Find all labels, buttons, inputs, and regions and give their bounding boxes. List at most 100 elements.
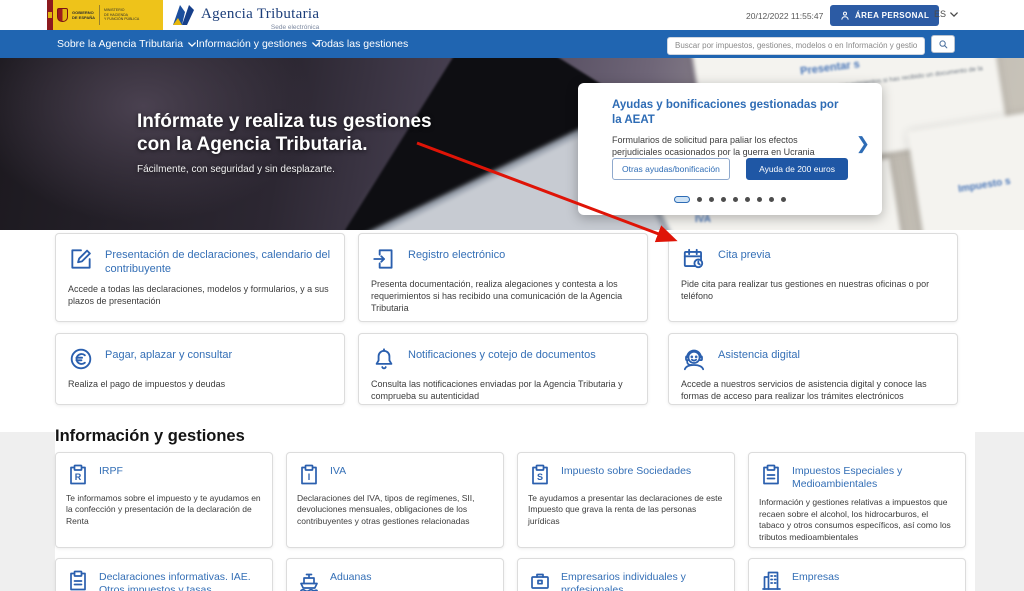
card-description: Te ayudamos a presentar las declaracione…: [518, 487, 734, 527]
card-title: Aduanas: [330, 569, 371, 584]
ministry-label: MINISTERIO DE HACIENDA Y FUNCIÓN PÚBLICA: [104, 8, 139, 22]
personal-area-button[interactable]: ÁREA PERSONAL: [830, 5, 939, 26]
hero-copy: Infórmate y realiza tus gestiones con la…: [137, 110, 432, 175]
nav-item-label: Sobre la Agencia Tributaria: [57, 38, 183, 50]
card-title: Empresarios individuales y profesionales: [561, 569, 724, 591]
svg-text:S: S: [537, 472, 543, 482]
nav-item-label: Todas las gestiones: [316, 38, 408, 50]
government-logo[interactable]: GOBIERNO DE ESPAÑA MINISTERIO DE HACIEND…: [53, 0, 163, 30]
euro-circle-icon: [68, 346, 94, 372]
card-description: Información y gestiones relativas a impu…: [749, 491, 965, 543]
personal-area-label: ÁREA PERSONAL: [855, 11, 929, 20]
card-impuestos-especiales[interactable]: Impuestos Especiales y Medioambientales …: [748, 452, 966, 548]
card-description: Accede a nuestros servicios de asistenci…: [669, 372, 957, 402]
brand-name: Agencia Tributaria: [201, 6, 319, 23]
card-description: Realiza el pago de impuestos y deudas: [56, 372, 344, 390]
card-empresas[interactable]: Empresas: [748, 558, 966, 591]
nav-item-sobre-la-agencia[interactable]: Sobre la Agencia Tributaria: [57, 30, 196, 58]
briefcase-icon: [528, 569, 552, 591]
card-description: Consulta las notificaciones enviadas por…: [359, 372, 647, 402]
search-button[interactable]: [931, 35, 955, 53]
calendar-clock-icon: [681, 246, 707, 272]
carousel-dot[interactable]: [697, 197, 702, 202]
top-header: GOBIERNO DE ESPAÑA MINISTERIO DE HACIEND…: [0, 0, 1024, 30]
search-input[interactable]: [667, 37, 925, 55]
main-navbar: Sobre la Agencia Tributaria Información …: [0, 30, 1024, 58]
card-iva[interactable]: I IVA Declaraciones del IVA, tipos de re…: [286, 452, 504, 548]
aid-200-euros-button[interactable]: Ayuda de 200 euros: [746, 158, 848, 180]
search-box: [667, 35, 925, 53]
pencil-square-icon: [68, 246, 94, 272]
card-title: Impuesto sobre Sociedades: [561, 463, 691, 478]
search-icon: [938, 39, 949, 50]
card-description: Pide cita para realizar tus gestiones en…: [669, 272, 957, 302]
card-title: Notificaciones y cotejo de documentos: [408, 346, 596, 363]
carousel-dot-active[interactable]: [674, 196, 690, 203]
card-title: IVA: [330, 463, 346, 478]
document-lines-icon: [759, 463, 783, 487]
hero-title-line1: Infórmate y realiza tus gestiones: [137, 110, 432, 133]
card-title: Cita previa: [718, 246, 771, 263]
carousel-dot[interactable]: [709, 197, 714, 202]
chevron-down-icon: [950, 12, 958, 17]
card-title: Registro electrónico: [408, 246, 505, 263]
clipboard-r-icon: R: [66, 463, 90, 487]
card-declaraciones-informativas[interactable]: Declaraciones informativas. IAE. Otros i…: [55, 558, 273, 591]
document-arrow-icon: [371, 246, 397, 272]
language-selector[interactable]: ES: [934, 9, 958, 19]
section-heading: Información y gestiones: [55, 427, 245, 446]
card-presentacion-declaraciones[interactable]: Presentación de declaraciones, calendari…: [55, 233, 345, 322]
card-pagar-aplazar[interactable]: Pagar, aplazar y consultar Realiza el pa…: [55, 333, 345, 405]
divider: [99, 5, 100, 25]
carousel-title: Ayudas y bonificaciones gestionadas por …: [612, 98, 850, 128]
carousel-dots: [578, 196, 882, 203]
language-label: ES: [934, 9, 946, 19]
carousel-next-button[interactable]: ❯: [856, 135, 870, 152]
coat-of-arms-icon: [57, 8, 68, 22]
chevron-down-icon: [188, 42, 196, 47]
card-asistencia-digital[interactable]: Asistencia digital Accede a nuestros ser…: [668, 333, 958, 405]
card-title: Presentación de declaraciones, calendari…: [105, 246, 332, 277]
svg-text:I: I: [308, 472, 311, 482]
card-description: Declaraciones del IVA, tipos de regímene…: [287, 487, 503, 527]
background-text: IVA: [695, 214, 711, 225]
card-title: Empresas: [792, 569, 839, 584]
headset-agent-icon: [681, 346, 707, 372]
carousel-dot[interactable]: [721, 197, 726, 202]
hero-subtitle: Fácilmente, con seguridad y sin desplaza…: [137, 164, 432, 175]
card-cita-previa[interactable]: Cita previa Pide cita para realizar tus …: [668, 233, 958, 322]
carousel-dot[interactable]: [745, 197, 750, 202]
nav-item-todas-las-gestiones[interactable]: Todas las gestiones: [316, 30, 408, 58]
document-lines-icon: [66, 569, 90, 591]
card-notificaciones[interactable]: Notificaciones y cotejo de documentos Co…: [358, 333, 648, 405]
hero-title-line2: con la Agencia Tributaria.: [137, 133, 432, 156]
card-description: Presenta documentación, realiza alegacio…: [359, 272, 647, 314]
card-registro-electronico[interactable]: Registro electrónico Presenta documentac…: [358, 233, 648, 322]
carousel-card: Ayudas y bonificaciones gestionadas por …: [578, 83, 882, 215]
card-description: Accede a todas las declaraciones, modelo…: [56, 277, 344, 307]
carousel-dot[interactable]: [733, 197, 738, 202]
clipboard-i-icon: I: [297, 463, 321, 487]
card-title: Declaraciones informativas. IAE. Otros i…: [99, 569, 262, 591]
carousel-dot[interactable]: [781, 197, 786, 202]
nav-item-informacion-y-gestiones[interactable]: Información y gestiones: [196, 30, 320, 58]
card-irpf[interactable]: R IRPF Te informamos sobre el impuesto y…: [55, 452, 273, 548]
card-aduanas[interactable]: Aduanas: [286, 558, 504, 591]
government-label: GOBIERNO DE ESPAÑA: [72, 10, 95, 20]
card-title: Impuestos Especiales y Medioambientales: [792, 463, 955, 491]
card-description: Te informamos sobre el impuesto y te ayu…: [56, 487, 272, 527]
carousel-dot[interactable]: [757, 197, 762, 202]
person-icon: [840, 10, 850, 21]
svg-text:R: R: [75, 472, 82, 482]
ship-icon: [297, 569, 321, 591]
clipboard-s-icon: S: [528, 463, 552, 487]
building-icon: [759, 569, 783, 591]
carousel-dot[interactable]: [769, 197, 774, 202]
card-impuesto-sociedades[interactable]: S Impuesto sobre Sociedades Te ayudamos …: [517, 452, 735, 548]
agencia-tributaria-logo[interactable]: Agencia Tributaria Sede electrónica: [170, 2, 319, 31]
card-empresarios-individuales[interactable]: Empresarios individuales y profesionales: [517, 558, 735, 591]
other-aids-button[interactable]: Otras ayudas/bonificación: [612, 158, 730, 180]
card-title: IRPF: [99, 463, 123, 478]
aeat-homepage: GOBIERNO DE ESPAÑA MINISTERIO DE HACIEND…: [0, 0, 1024, 591]
card-title: Asistencia digital: [718, 346, 800, 363]
